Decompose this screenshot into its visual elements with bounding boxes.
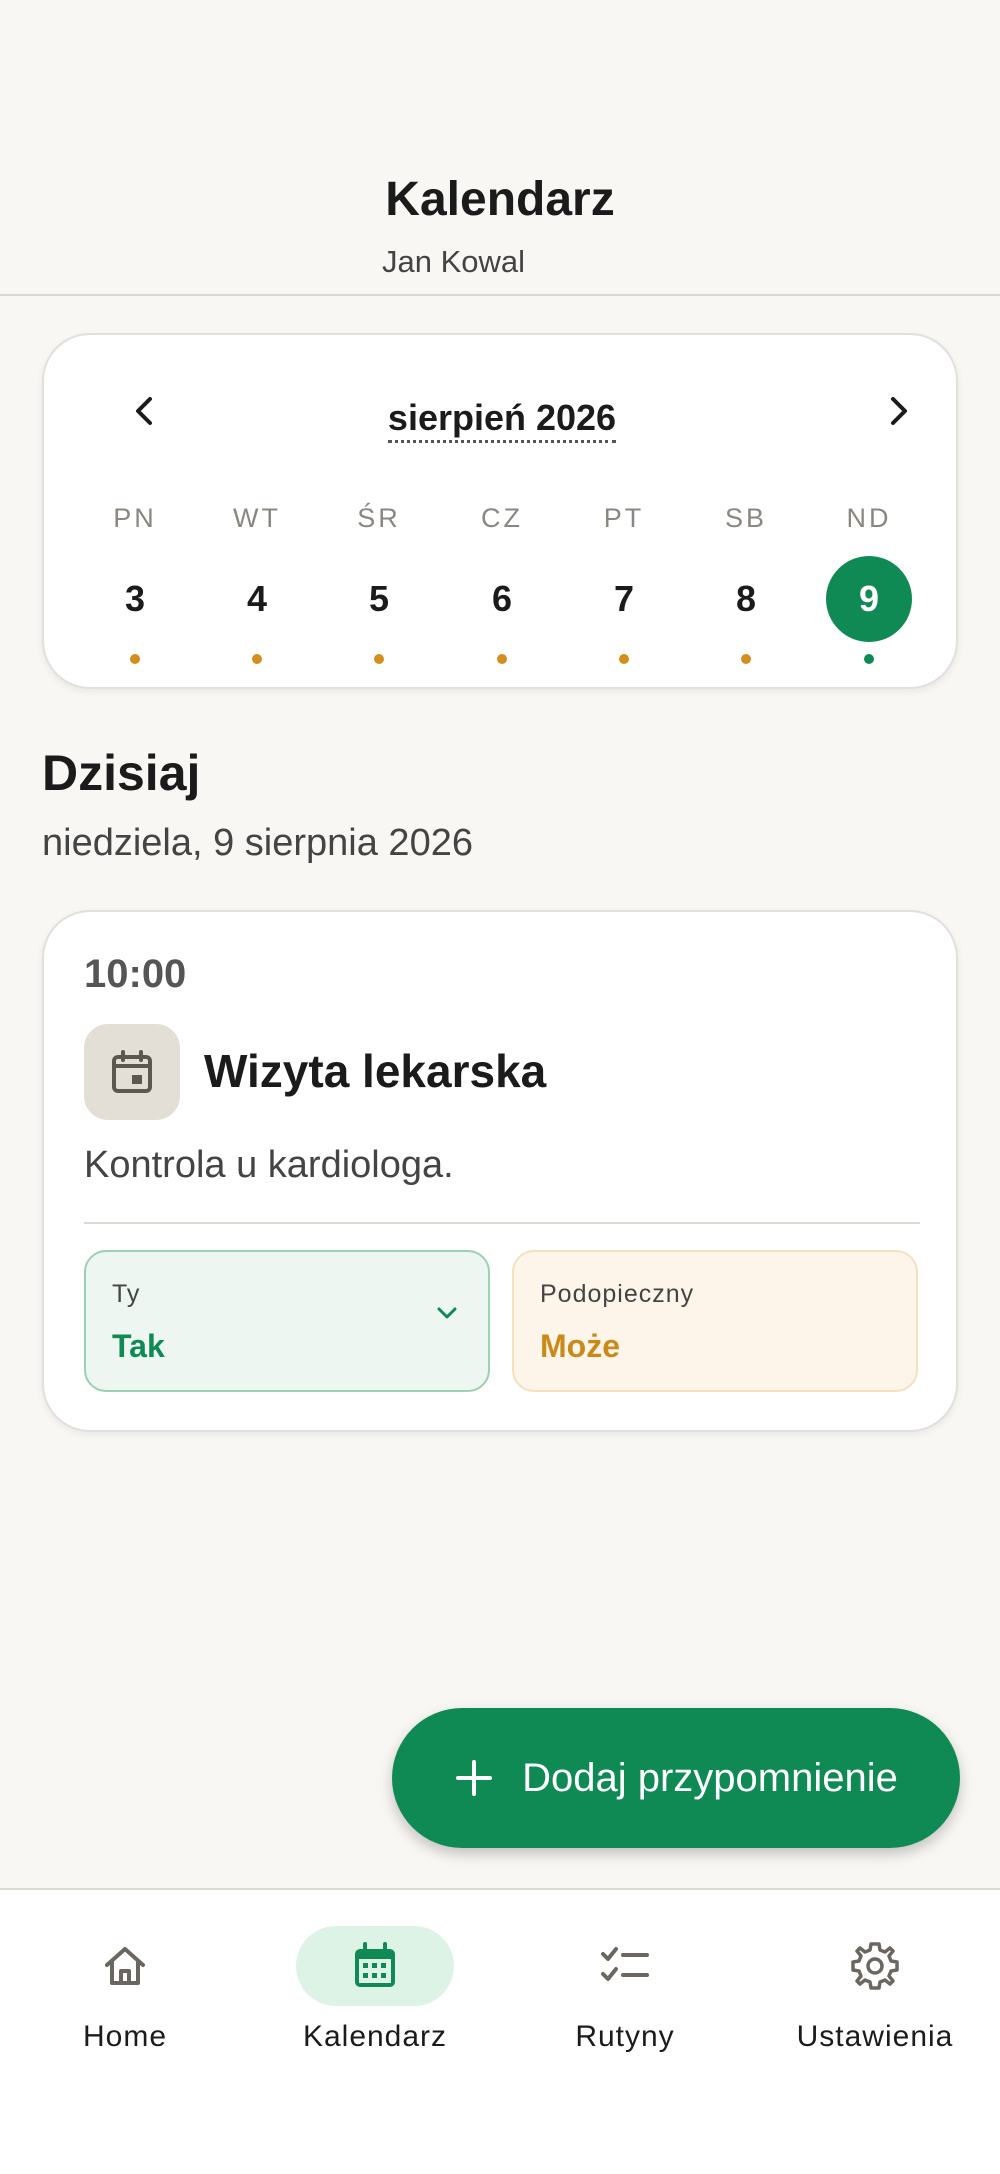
day-cell[interactable]: SB 8 [701, 503, 791, 664]
bottom-navigation: Home Kalendarz Rutyny Ustawienia [0, 1888, 1000, 2174]
event-dot [741, 654, 751, 664]
nav-item-calendar[interactable]: Kalendarz [250, 1926, 500, 2054]
ward-response-label: Podopieczny [540, 1280, 695, 1308]
home-icon [105, 1947, 145, 1985]
ward-response-status: Podopieczny Może [512, 1250, 918, 1392]
day-number[interactable]: 9 [826, 556, 912, 642]
top-app-bar: Kalendarz Jan Kowal [0, 0, 1000, 296]
day-name: WT [233, 503, 281, 533]
section-date: niedziela, 9 sierpnia 2026 [42, 822, 473, 864]
day-cell[interactable]: WT 4 [212, 503, 302, 664]
nav-item-home[interactable]: Home [0, 1926, 250, 2054]
event-dot [619, 654, 629, 664]
your-response-label: Ty [112, 1280, 141, 1308]
day-cell-selected[interactable]: ND 9 [824, 503, 914, 664]
event-dot [252, 654, 262, 664]
ward-response-value: Może [540, 1328, 620, 1364]
day-cell[interactable]: PN 3 [90, 503, 180, 664]
event-description: Kontrola u kardiologa. [84, 1144, 454, 1186]
plus-icon [456, 1760, 493, 1796]
month-label[interactable]: sierpień 2026 [44, 397, 960, 443]
nav-item-settings[interactable]: Ustawienia [750, 1926, 1000, 2054]
event-dot [497, 654, 507, 664]
page-subtitle: Jan Kowal [382, 244, 526, 279]
your-response-dropdown[interactable]: Ty Tak [84, 1250, 490, 1392]
section-title: Dzisiaj [42, 745, 201, 801]
calendar-icon [355, 1942, 395, 1987]
day-name: SB [724, 503, 768, 533]
add-reminder-label: Dodaj przypomnienie [522, 1755, 898, 1800]
nav-label: Kalendarz [302, 2020, 448, 2053]
next-month-button[interactable] [867, 379, 931, 443]
day-number[interactable]: 5 [336, 556, 422, 642]
day-name: PT [603, 503, 645, 533]
nav-label: Home [82, 2020, 168, 2053]
nav-label: Ustawienia [796, 2020, 954, 2053]
day-number[interactable]: 3 [92, 556, 178, 642]
event-dot [864, 654, 874, 664]
day-cell[interactable]: PT 7 [579, 503, 669, 664]
your-response-value: Tak [112, 1328, 165, 1364]
calendar-icon [112, 1050, 152, 1093]
nav-label: Rutyny [575, 2020, 675, 2053]
day-cell[interactable]: CZ 6 [457, 503, 547, 664]
day-number[interactable]: 7 [581, 556, 667, 642]
event-title: Wizyta lekarska [204, 1045, 547, 1097]
day-cell[interactable]: ŚR 5 [334, 503, 424, 664]
add-reminder-button[interactable]: Dodaj przypomnienie [392, 1708, 960, 1848]
day-name: ND [846, 503, 892, 533]
event-dot [130, 654, 140, 664]
week-calendar-card: sierpień 2026 PN 3 WT 4 ŚR 5 CZ 6 PT 7 S… [42, 333, 958, 689]
event-time: 10:00 [84, 952, 187, 996]
checklist-icon [601, 1947, 649, 1981]
day-name: ŚR [357, 503, 401, 533]
day-number[interactable]: 4 [214, 556, 300, 642]
nav-item-routines[interactable]: Rutyny [500, 1926, 750, 2054]
day-name: PN [113, 503, 157, 533]
event-dot [374, 654, 384, 664]
event-card[interactable]: 10:00 Wizyta lekarska Kontrola u kardiol… [42, 910, 958, 1432]
divider [84, 1222, 920, 1224]
day-number[interactable]: 8 [703, 556, 789, 642]
chevron-right-icon [891, 397, 907, 425]
gear-icon [851, 1942, 899, 1990]
day-name: CZ [481, 503, 523, 533]
day-number[interactable]: 6 [459, 556, 545, 642]
page-title: Kalendarz [385, 173, 615, 226]
chevron-down-icon [437, 1307, 457, 1319]
event-icon-tile [84, 1024, 180, 1120]
